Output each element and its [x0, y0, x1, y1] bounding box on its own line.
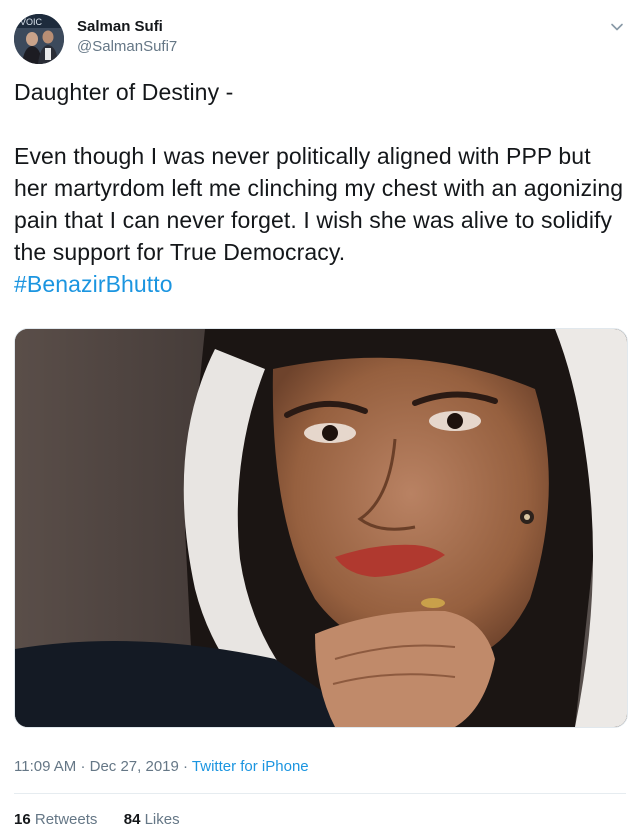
likes-label: Likes [144, 811, 180, 828]
tweet-meta: 11:09 AM · Dec 27, 2019 · Twitter for iP… [14, 758, 309, 775]
tweet-text: Daughter of Destiny - Even though I was … [14, 76, 629, 300]
retweets-label: Retweets [34, 811, 98, 828]
author-name[interactable]: Salman Sufi [77, 18, 163, 35]
chevron-down-icon[interactable] [610, 20, 624, 34]
likes-stat[interactable]: 84 Likes [124, 811, 180, 828]
retweets-stat[interactable]: 16 Retweets [14, 811, 102, 828]
portrait-image [15, 329, 627, 727]
meta-separator-2: · [183, 758, 189, 775]
tweet-title-line: Daughter of Destiny - [14, 79, 234, 105]
tweet-stats: 16 Retweets 84 Likes [14, 811, 180, 828]
avatar[interactable]: VOIC [14, 14, 64, 64]
tweet-time[interactable]: 11:09 AM [14, 758, 76, 775]
avatar-banner-text: VOIC [20, 17, 43, 27]
tweet-header: VOIC Salman Sufi @SalmanSufi7 [14, 14, 626, 64]
divider [14, 793, 626, 794]
likes-count: 84 [123, 811, 141, 828]
tweet-date[interactable]: Dec 27, 2019 [90, 758, 179, 775]
avatar-image: VOIC [14, 14, 64, 64]
meta-separator: · [80, 758, 86, 775]
tweet-photo[interactable] [14, 328, 628, 728]
tweet-source-link[interactable]: Twitter for iPhone [192, 758, 309, 775]
tweet-body: Even though I was never politically alig… [14, 143, 624, 265]
hashtag-link[interactable]: #BenazirBhutto [14, 271, 173, 297]
author-handle[interactable]: @SalmanSufi7 [77, 38, 177, 55]
retweets-count: 16 [14, 811, 31, 828]
